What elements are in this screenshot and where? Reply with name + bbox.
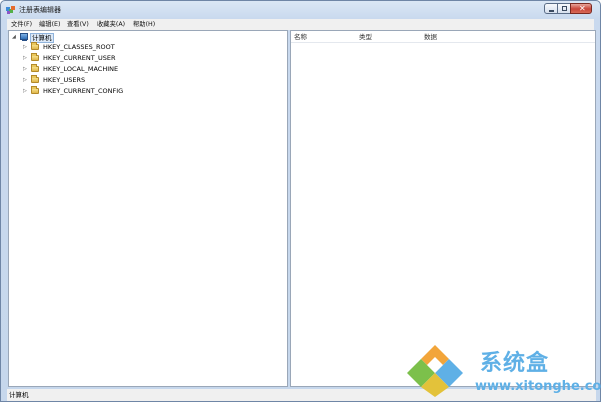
tree-node-hkey-users[interactable]: ▷ HKEY_USERS <box>23 75 173 85</box>
expand-arrow-icon[interactable]: ▷ <box>23 53 29 63</box>
folder-icon <box>31 86 39 94</box>
registry-tree-pane[interactable]: ◢ 计算机 ▷ HKEY_CLASSES_ROOT ▷ HKEY_CURRENT… <box>8 30 288 387</box>
status-path: 计算机 <box>9 391 29 399</box>
tree-node-hkey-classes-root[interactable]: ▷ HKEY_CLASSES_ROOT <box>23 42 173 52</box>
folder-icon <box>31 53 39 61</box>
xitonghe-logo-icon <box>407 345 463 397</box>
column-header-data[interactable]: 数据 <box>424 32 437 42</box>
registry-app-icon <box>6 6 15 14</box>
maximize-button[interactable] <box>557 3 571 14</box>
close-icon: ✕ <box>579 4 586 13</box>
folder-icon <box>31 64 39 72</box>
tree-node-hkey-current-config[interactable]: ▷ HKEY_CURRENT_CONFIG <box>23 86 173 96</box>
menu-file[interactable]: 文件(F) <box>11 20 32 29</box>
registry-values-pane[interactable]: 名称 类型 数据 <box>290 30 596 387</box>
registry-editor-window: 注册表编辑器 ✕ 文件(F) 编辑(E) 查看(V) 收藏夹(A) 帮助(H) … <box>0 0 601 402</box>
tree-node-hkey-current-user[interactable]: ▷ HKEY_CURRENT_USER <box>23 53 173 63</box>
menu-help[interactable]: 帮助(H) <box>133 20 155 29</box>
menu-bar: 文件(F) 编辑(E) 查看(V) 收藏夹(A) 帮助(H) <box>7 19 594 30</box>
tree-node-hkey-local-machine[interactable]: ▷ HKEY_LOCAL_MACHINE <box>23 64 173 74</box>
collapse-arrow-icon[interactable]: ◢ <box>12 32 18 42</box>
watermark-url: www.xitonghe.com <box>475 379 601 394</box>
maximize-icon <box>562 6 567 11</box>
header-divider <box>291 42 595 43</box>
tree-node-label: HKEY_USERS <box>43 76 86 84</box>
watermark-brand: 系统盒 <box>480 351 550 376</box>
expand-arrow-icon[interactable]: ▷ <box>23 75 29 85</box>
computer-icon <box>20 33 28 41</box>
close-button[interactable]: ✕ <box>570 3 592 14</box>
tree-node-label: HKEY_CLASSES_ROOT <box>43 43 115 51</box>
tree-node-computer[interactable]: ◢ 计算机 <box>12 32 72 43</box>
minimize-button[interactable] <box>544 3 558 14</box>
expand-arrow-icon[interactable]: ▷ <box>23 42 29 52</box>
expand-arrow-icon[interactable]: ▷ <box>23 64 29 74</box>
menu-favorites[interactable]: 收藏夹(A) <box>97 20 125 29</box>
tree-node-label: HKEY_CURRENT_USER <box>43 54 116 62</box>
window-title: 注册表编辑器 <box>19 6 61 14</box>
watermark: 系统盒 www.xitonghe.com <box>405 343 601 399</box>
tree-node-label: HKEY_LOCAL_MACHINE <box>43 65 119 73</box>
folder-icon <box>31 42 39 50</box>
expand-arrow-icon[interactable]: ▷ <box>23 86 29 96</box>
column-header-type[interactable]: 类型 <box>359 32 372 42</box>
title-bar[interactable]: 注册表编辑器 ✕ <box>1 1 600 19</box>
folder-icon <box>31 75 39 83</box>
menu-edit[interactable]: 编辑(E) <box>39 20 61 29</box>
minimize-icon <box>549 10 554 12</box>
column-header-name[interactable]: 名称 <box>294 32 307 42</box>
tree-node-label: HKEY_CURRENT_CONFIG <box>43 87 124 95</box>
menu-view[interactable]: 查看(V) <box>67 20 89 29</box>
